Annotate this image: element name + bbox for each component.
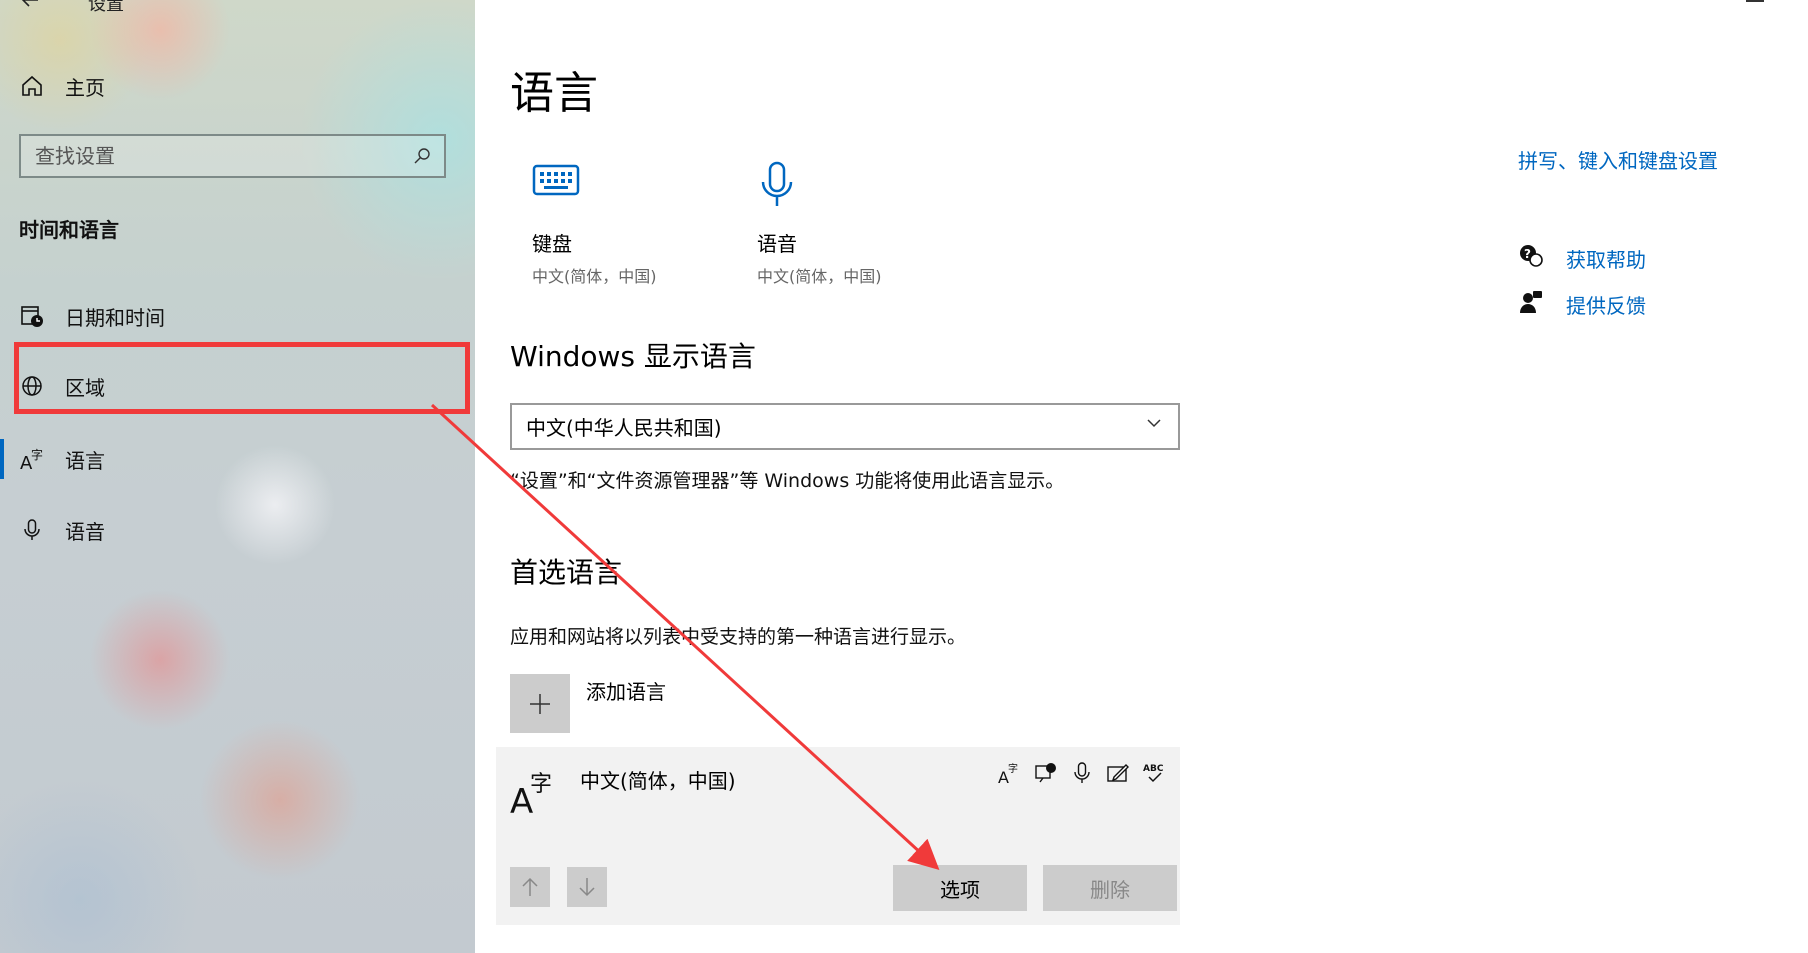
svg-text:字: 字 (31, 447, 43, 462)
chevron-down-icon (1144, 413, 1164, 438)
sidebar-item-speech[interactable]: 语音 (0, 502, 475, 558)
sidebar-item-label: 语言 (65, 448, 105, 473)
give-feedback-label: 提供反馈 (1566, 293, 1646, 318)
section-title: 时间和语言 (19, 218, 119, 242)
preferred-languages-note: 应用和网站将以列表中受支持的第一种语言进行显示。 (510, 626, 967, 648)
preferred-languages-heading: 首选语言 (510, 556, 623, 589)
svg-text:字: 字 (1008, 762, 1018, 775)
microphone-icon (19, 517, 45, 543)
sidebar-item-label: 语音 (65, 519, 105, 544)
arrow-down-icon (579, 878, 595, 897)
add-language-button[interactable]: 添加语言 (510, 674, 666, 733)
calendar-clock-icon (19, 303, 45, 329)
language-icon: A字 (19, 446, 45, 472)
display-language-note: “设置”和“文件资源管理器”等 Windows 功能将使用此语言显示。 (510, 470, 1065, 492)
remove-button[interactable]: 删除 (1043, 865, 1177, 911)
home-icon (19, 73, 45, 99)
options-button[interactable]: 选项 (893, 865, 1027, 911)
search-input[interactable] (21, 143, 397, 169)
display-language-feature-icon: A字 (998, 761, 1022, 789)
language-name: 中文(简体，中国) (580, 769, 736, 793)
spell-check-feature-icon: ABC (1142, 761, 1168, 789)
sidebar: 设置 主页 时间和语言 日期和时间 区域 A字 语言 (0, 0, 475, 953)
region-highlight-box (14, 342, 470, 414)
language-list-item[interactable]: A字 中文(简体，中国) A字 ABC 选项 删除 (496, 747, 1180, 925)
page-title: 语言 (510, 68, 598, 119)
arrow-up-icon (522, 877, 538, 896)
help-chat-icon: ? (1518, 243, 1544, 273)
move-up-button[interactable] (510, 867, 550, 907)
feedback-person-icon (1518, 289, 1544, 319)
back-arrow-icon[interactable] (20, 0, 40, 15)
display-language-select[interactable]: 中文(中华人民共和国) (510, 403, 1180, 450)
sidebar-item-home[interactable]: 主页 (0, 58, 475, 114)
spelling-typing-keyboard-link[interactable]: 拼写、键入和键盘设置 (1518, 145, 1718, 174)
tile-name: 键盘 (532, 232, 572, 256)
speech-recognition-feature-icon (1070, 761, 1094, 789)
plus-icon (510, 674, 570, 733)
language-icon: A字 (510, 767, 560, 822)
select-value: 中文(中华人民共和国) (526, 416, 722, 440)
sidebar-item-label: 主页 (65, 75, 105, 100)
minimize-button[interactable] (1746, 0, 1764, 2)
get-help-label: 获取帮助 (1566, 247, 1646, 272)
give-feedback-link[interactable]: 提供反馈 (1518, 289, 1646, 319)
sidebar-item-label: 日期和时间 (65, 305, 165, 330)
text-to-speech-feature-icon (1034, 761, 1058, 789)
keyboard-icon (532, 160, 732, 216)
tile-subtitle: 中文(简体，中国) (532, 267, 657, 286)
window-title: 设置 (88, 0, 124, 15)
svg-text:ABC: ABC (1143, 764, 1164, 774)
search-box[interactable] (19, 134, 446, 178)
move-down-button[interactable] (567, 867, 607, 907)
microphone-icon (757, 160, 957, 216)
tile-subtitle: 中文(简体，中国) (757, 267, 882, 286)
svg-text:字: 字 (530, 772, 552, 797)
sidebar-item-language[interactable]: A字 语言 (0, 431, 475, 487)
search-icon[interactable] (412, 146, 432, 170)
handwriting-feature-icon (1106, 761, 1130, 789)
sidebar-item-date-time[interactable]: 日期和时间 (0, 288, 475, 344)
display-language-heading: Windows 显示语言 (510, 340, 756, 373)
add-language-label: 添加语言 (586, 680, 666, 704)
get-help-link[interactable]: ? 获取帮助 (1518, 243, 1646, 273)
speech-tile[interactable]: 语音 中文(简体，中国) (757, 160, 957, 287)
main-content: 语言 键盘 中文(简体，中国) 语音 中文(简体，中国) Windows 显示语… (475, 0, 1808, 953)
tile-name: 语音 (757, 232, 797, 256)
language-features: A字 ABC (998, 761, 1168, 789)
title-bar: 设置 (20, 0, 124, 15)
keyboard-tile[interactable]: 键盘 中文(简体，中国) (532, 160, 732, 287)
